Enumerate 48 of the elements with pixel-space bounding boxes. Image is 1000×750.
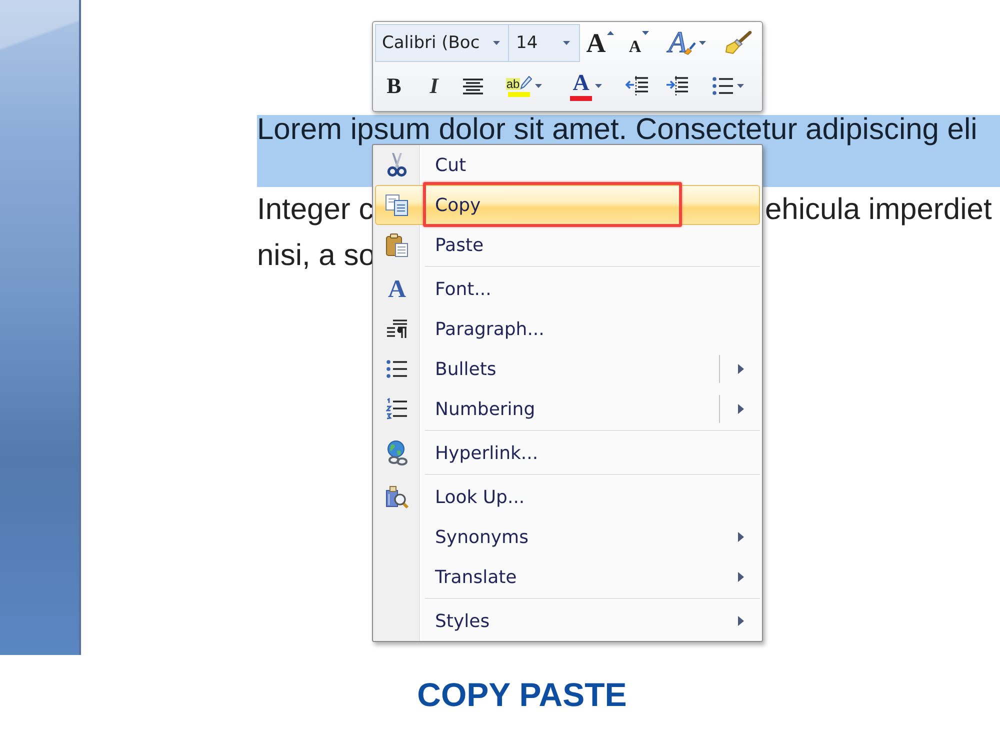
submenu-arrow-icon xyxy=(738,616,744,626)
paintbrush-icon xyxy=(724,31,752,55)
book-magnifier-icon xyxy=(385,485,409,509)
copy-icon xyxy=(385,194,409,216)
menu-item[interactable]: A Font... xyxy=(375,269,760,309)
menu-item[interactable]: Cut xyxy=(375,145,760,185)
font-color-button[interactable]: A xyxy=(558,69,614,103)
grow-font-button[interactable]: A xyxy=(585,26,615,60)
bullet-list-icon xyxy=(712,76,734,96)
font-name-combo[interactable]: Calibri (Boc xyxy=(375,24,509,62)
menu-item[interactable]: Hyperlink... xyxy=(375,433,760,473)
menu-item[interactable]: Styles xyxy=(375,601,760,641)
indent-icon xyxy=(665,75,689,97)
submenu-arrow-icon xyxy=(738,532,744,542)
clipboard-icon xyxy=(385,233,409,257)
paragraph-icon xyxy=(386,319,408,339)
submenu-arrow-icon xyxy=(738,364,744,374)
bold-button[interactable]: B xyxy=(380,69,408,103)
menu-item[interactable]: Paragraph... xyxy=(375,309,760,349)
caret-icon xyxy=(563,41,570,45)
caret-down-icon xyxy=(642,31,650,35)
globe-chain-icon xyxy=(385,440,409,466)
center-align-icon xyxy=(462,78,484,94)
highlight-button[interactable]: ab xyxy=(496,69,552,103)
menu-item[interactable]: Copy xyxy=(375,185,760,225)
menu-item[interactable]: Paste xyxy=(375,225,760,265)
pen-icon xyxy=(520,76,532,90)
numbered-list-icon xyxy=(386,398,408,420)
menu-item[interactable]: Translate xyxy=(375,557,760,597)
shrink-font-button[interactable]: A xyxy=(623,26,655,60)
submenu-arrow-icon xyxy=(738,404,744,414)
menu-item[interactable]: Synonyms xyxy=(375,517,760,557)
menu-item[interactable]: Numbering xyxy=(375,389,760,429)
bullet-list-icon xyxy=(386,359,408,379)
menu-item[interactable]: Bullets xyxy=(375,349,760,389)
caption-title: COPY PASTE xyxy=(417,676,627,714)
document-text: ehicula imperdiet xyxy=(765,192,992,228)
submenu-arrow-icon xyxy=(738,572,744,582)
scissors-icon xyxy=(387,153,407,177)
menu-item[interactable]: Look Up... xyxy=(375,477,760,517)
caret-up-icon xyxy=(606,31,614,35)
document-text: Lorem ipsum dolor sit amet. Consectetur adipiscing eli xyxy=(257,115,978,145)
letter-a-icon: A xyxy=(388,276,406,302)
caret-icon xyxy=(493,41,500,45)
document-text: Integer c xyxy=(257,192,374,228)
outdent-icon xyxy=(625,75,649,97)
italic-button[interactable]: I xyxy=(420,69,448,103)
font-size-combo[interactable]: 14 xyxy=(508,24,580,62)
